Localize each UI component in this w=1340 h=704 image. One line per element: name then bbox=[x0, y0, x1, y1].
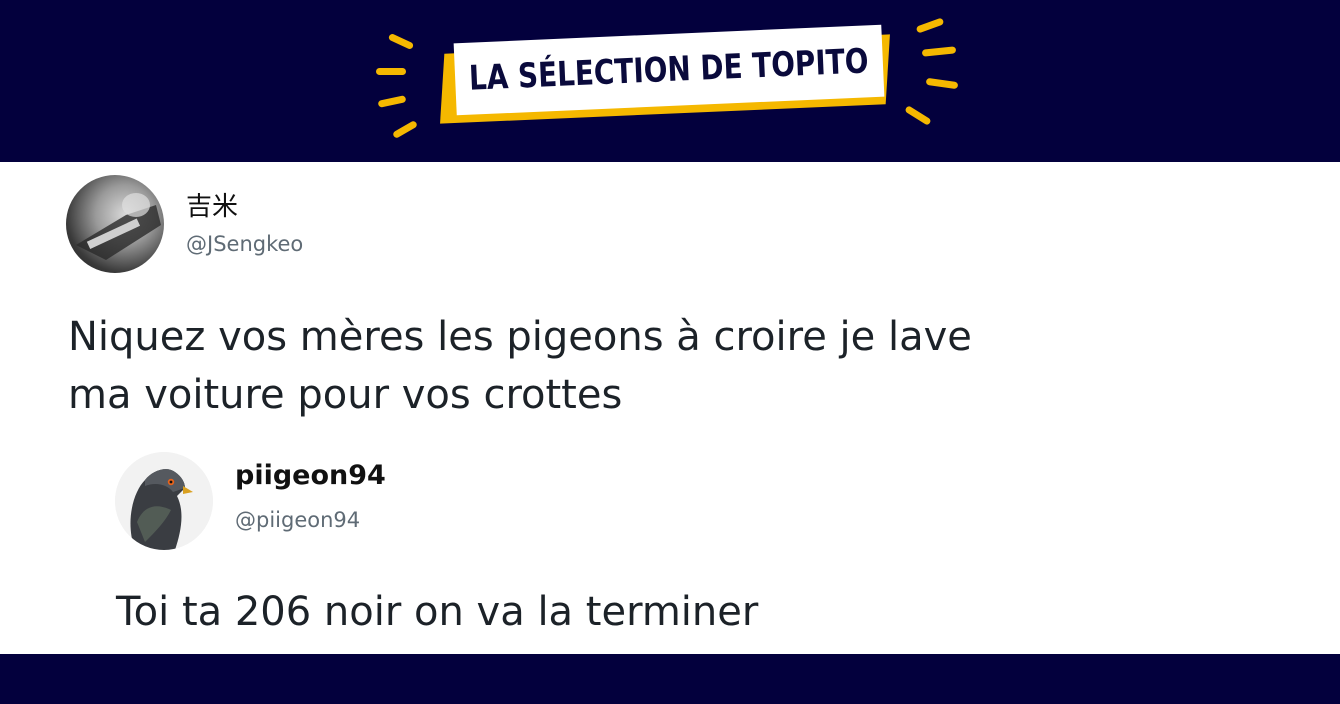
left-ray-1 bbox=[387, 32, 415, 51]
footer-band bbox=[0, 654, 1340, 704]
tweet-text-line-2: ma voiture pour vos crottes bbox=[68, 372, 623, 418]
author-avatar-image bbox=[76, 193, 161, 260]
left-ray-4 bbox=[391, 119, 419, 140]
topito-banner: LA SÉLECTION DE TOPITO bbox=[440, 24, 890, 124]
tweet-text: Niquez vos mères les pigeons à croire je… bbox=[68, 308, 1268, 424]
left-ray-3 bbox=[377, 95, 407, 108]
author-name[interactable]: 吉米 bbox=[186, 186, 238, 223]
reply-text: Toi ta 206 noir on va la terminer bbox=[116, 589, 759, 635]
right-ray-3 bbox=[925, 77, 959, 90]
reply-author-avatar[interactable] bbox=[115, 452, 213, 550]
author-handle[interactable]: @JSengkeo bbox=[186, 232, 303, 256]
tweet-text-line-1: Niquez vos mères les pigeons à croire je… bbox=[68, 314, 972, 360]
reply-author-handle[interactable]: @piigeon94 bbox=[235, 508, 360, 532]
right-ray-4 bbox=[904, 105, 932, 126]
banner-title: LA SÉLECTION DE TOPITO bbox=[468, 41, 870, 99]
pigeon-avatar-image bbox=[115, 452, 213, 550]
reply-author-name[interactable]: piigeon94 bbox=[235, 460, 386, 491]
header-band: LA SÉLECTION DE TOPITO bbox=[0, 0, 1340, 162]
tweet-card: 吉米 @JSengkeo Niquez vos mères les pigeon… bbox=[0, 162, 1340, 654]
right-ray-2 bbox=[921, 46, 957, 57]
right-ray-1 bbox=[915, 17, 945, 34]
left-ray-2 bbox=[376, 68, 406, 75]
author-avatar[interactable] bbox=[66, 175, 164, 273]
